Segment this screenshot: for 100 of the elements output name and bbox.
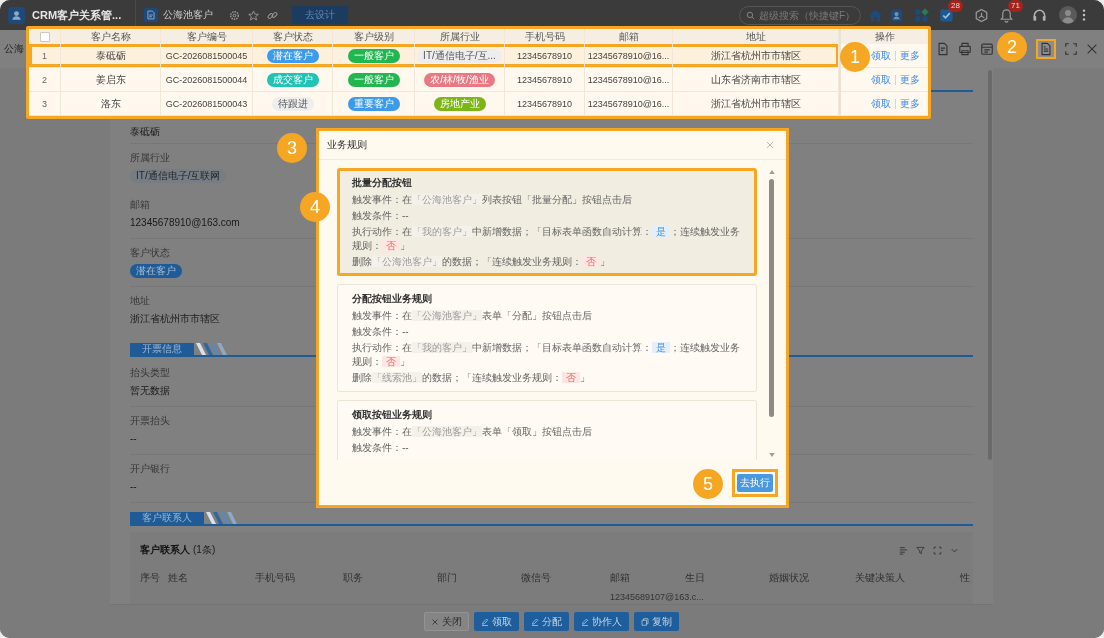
- action-button[interactable]: 领取: [474, 612, 519, 631]
- search-icon: [746, 10, 755, 20]
- task-check-icon[interactable]: [938, 7, 954, 23]
- rule-title: 批量分配按钮: [352, 176, 413, 190]
- copy-button[interactable]: 复制: [634, 612, 679, 631]
- status-tag: 成交客户: [266, 72, 319, 87]
- table-cell: 12345678910: [505, 68, 585, 91]
- column-header: 邮箱: [610, 571, 631, 585]
- rule-text: 触发条件：--: [352, 325, 410, 339]
- column-header: 部门: [437, 571, 458, 585]
- field-value: --: [130, 432, 137, 446]
- design-button[interactable]: 去设计: [292, 6, 349, 24]
- pen-icon: [581, 617, 589, 626]
- table-cell: 12345678910: [505, 92, 585, 115]
- industry-tag: 农/林/牧/渔业: [424, 72, 495, 87]
- rule-text: 触发条件：--: [352, 209, 410, 223]
- table-cell: 泰砥砺: [61, 44, 161, 67]
- rule-title: 分配按钮业务规则: [352, 292, 433, 306]
- star-icon[interactable]: [248, 9, 260, 21]
- filter-icon[interactable]: [916, 545, 925, 555]
- column-header: 关键决策人: [855, 571, 906, 585]
- more-icon[interactable]: [1082, 8, 1086, 22]
- fullscreen-icon[interactable]: [933, 545, 942, 555]
- settings-icon[interactable]: [229, 9, 241, 21]
- field-label: 邮箱: [130, 198, 150, 212]
- action-link[interactable]: 更多: [900, 96, 920, 111]
- document-icon[interactable]: [1036, 39, 1056, 59]
- section-title: 开票信息: [130, 343, 194, 355]
- field-value: 浙江省杭州市市辖区: [130, 312, 220, 326]
- table-cell: GC-2026081500044: [161, 68, 253, 91]
- scrollbar-thumb[interactable]: [769, 179, 774, 417]
- field-label: 开户银行: [130, 462, 170, 476]
- field-value: --: [130, 480, 137, 494]
- rule-text: 触发条件：--: [352, 441, 410, 455]
- field-label: 所属行业: [130, 151, 170, 165]
- row-number: 2: [29, 68, 61, 91]
- scroll-down-icon[interactable]: [768, 453, 775, 457]
- page-tab[interactable]: 公海池客户: [144, 8, 214, 22]
- column-header: 手机号码: [255, 571, 296, 585]
- table-cell: 12345678910@16...: [585, 44, 673, 67]
- table-cell: 12345678910: [505, 44, 585, 67]
- logo-icon[interactable]: [8, 6, 25, 24]
- row-number: 1: [29, 44, 61, 67]
- action-button[interactable]: 分配: [524, 612, 569, 631]
- column-header: 婚姻状况: [769, 571, 810, 585]
- industry-tag: 房地产业: [433, 96, 486, 111]
- dialog-title: 业务规则: [327, 138, 367, 152]
- bell-icon[interactable]: [998, 7, 1014, 23]
- headset-icon[interactable]: [1031, 7, 1047, 23]
- copy-icon: [641, 617, 649, 626]
- table-cell: GC-2026081500043: [161, 92, 253, 115]
- grade-tag: 重要客户: [347, 96, 400, 111]
- status-tag: 潜在客户: [266, 48, 319, 63]
- app-title: CRM客户关系管...: [32, 7, 122, 23]
- grade-tag: 一般客户: [347, 72, 400, 87]
- contact-card-icon[interactable]: [888, 7, 904, 23]
- field-label: 开票抬头: [130, 414, 170, 428]
- table-cell: 山东省济南市市辖区: [673, 68, 839, 91]
- table-row[interactable]: 2 姜启东 GC-2026081500044 成交客户 一般客户 农/林/牧/渔业 12345678910 12345678910@16... 山东省济南市市辖区: [29, 68, 839, 92]
- close-button[interactable]: 关闭: [424, 612, 469, 631]
- align-left-icon[interactable]: [899, 545, 908, 555]
- action-link[interactable]: 领取: [871, 96, 891, 111]
- action-link[interactable]: 领取: [871, 72, 891, 87]
- table-cell: 洛东: [61, 92, 161, 115]
- status-tag: 待跟进: [271, 96, 314, 111]
- close-icon: [431, 617, 439, 626]
- column-header: 姓名: [168, 571, 189, 585]
- card-title: 客户联系人: [140, 543, 190, 557]
- close-icon[interactable]: [766, 141, 774, 149]
- execute-button[interactable]: 去执行: [737, 473, 773, 492]
- value-tag: 潜在客户: [130, 264, 182, 278]
- table-cell: 12345678910@16...: [585, 92, 673, 115]
- drawer-title: 公海: [4, 42, 24, 56]
- rule-text: 执行动作：在「我的客户」中新增数据；「目标表单函数自动计算： 是 ；连续触发业务规则： 否 」: [352, 341, 741, 369]
- notification-badge: 28: [948, 0, 963, 12]
- avatar-icon[interactable]: [1059, 6, 1077, 24]
- action-link[interactable]: 更多: [900, 72, 920, 87]
- section-title: 客户联系人: [130, 512, 204, 524]
- hexagon-icon[interactable]: [973, 7, 989, 23]
- rule-text: 删除「公海池客户」的数据；「连续触发业务规则： 否 」: [352, 255, 611, 269]
- select-all-checkbox[interactable]: [39, 31, 50, 42]
- table-row[interactable]: 3 洛东 GC-2026081500043 待跟进 重要客户 房地产业 12345678910 12345678910@16... 浙江省杭州市市辖区: [29, 92, 839, 116]
- action-link[interactable]: 更多: [900, 48, 920, 63]
- rule-text: 触发事件：在「公海池客户」表单「分配」按钮点击后: [352, 309, 593, 323]
- table-cell: 12345678910@16...: [585, 68, 673, 91]
- pen-icon: [531, 617, 539, 626]
- column-header: 生日: [685, 571, 706, 585]
- link-icon[interactable]: [267, 9, 279, 21]
- rule-title: 领取按钮业务规则: [352, 408, 433, 422]
- field-value: 12345678910@163.com: [130, 216, 240, 230]
- action-button[interactable]: 协作人: [574, 612, 629, 631]
- action-link[interactable]: 领取: [871, 48, 891, 63]
- industry-tag: IT/通信电子/互...: [417, 48, 502, 63]
- apps-icon[interactable]: [913, 7, 929, 23]
- scroll-up-icon[interactable]: [768, 170, 775, 174]
- table-cell: 浙江省杭州市市辖区: [673, 44, 839, 67]
- table-row[interactable]: 1 泰砥砺 GC-2026081500045 潜在客户 一般客户 IT/通信电子/互... 12345678910 12345678910@16... 浙江省杭州市市辖区: [29, 44, 839, 68]
- table-cell: GC-2026081500045: [161, 44, 253, 67]
- column-header: 性: [960, 571, 971, 585]
- grade-tag: 一般客户: [347, 48, 400, 63]
